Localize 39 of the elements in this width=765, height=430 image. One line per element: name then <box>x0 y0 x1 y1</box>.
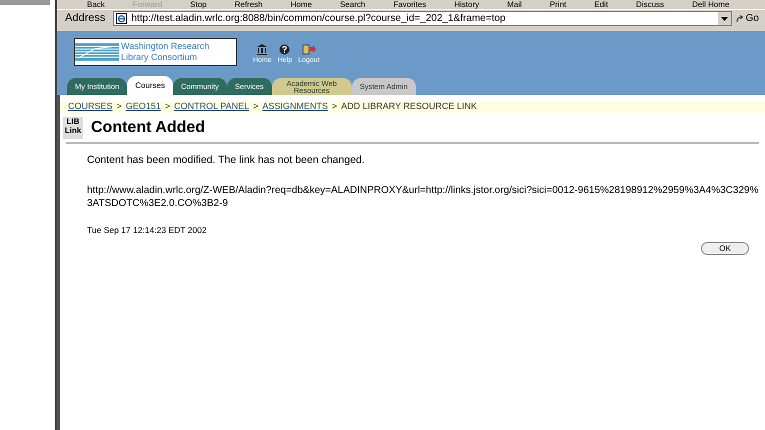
toolbar-background <box>0 0 50 5</box>
breadcrumb-separator: > <box>116 100 122 114</box>
breadcrumb-separator: > <box>253 100 258 114</box>
nav-tab[interactable]: Courses <box>127 76 173 95</box>
page-title: Content Added <box>91 118 206 138</box>
toolbar-button[interactable]: Search <box>340 1 366 9</box>
toolbar-button[interactable]: Dell Home <box>692 1 730 9</box>
breadcrumb-separator: > <box>332 100 338 114</box>
breadcrumb-link[interactable]: GEO151 <box>126 100 161 114</box>
breadcrumb-separator: > <box>164 100 170 114</box>
ok-button[interactable]: OK <box>701 242 749 255</box>
toolbar-button[interactable]: Refresh <box>234 1 263 9</box>
door-icon <box>302 44 316 55</box>
toolbar-button[interactable]: Edit <box>594 1 608 9</box>
help-icon <box>279 44 290 55</box>
toolbar-button[interactable]: History <box>454 1 480 9</box>
status-message: Content has been modified. The link has not been changed. <box>87 154 366 167</box>
address-label: Address <box>64 11 106 26</box>
breadcrumb-current: ADD LIBRARY RESOURCE LINK <box>341 100 477 114</box>
arrow-icon <box>736 14 744 22</box>
timestamp: Tue Sep 17 12:14:23 EDT 2002 <box>87 224 208 237</box>
toolbar-button[interactable]: Mail <box>507 1 522 9</box>
resource-url: http://www.aladin.wrlc.org/Z-WEB/Aladin?req=db&key=ALADINPROXY&url=http://links.jstor.org/sici?sici=0012-9615%28198912%2959%3A4%3C329%3ATSDOTC%3E2.0.CO%3B2-9 <box>87 184 759 210</box>
go-button[interactable]: Go <box>736 11 761 26</box>
breadcrumb-link[interactable]: COURSES <box>68 100 113 114</box>
building-icon <box>256 44 268 55</box>
consortium-logo: Washington Research Library Consortium <box>74 38 237 66</box>
toolbar-button[interactable]: Home <box>290 1 312 9</box>
breadcrumb-link[interactable]: CONTROL PANEL <box>174 100 250 114</box>
toolbar-button[interactable]: Back <box>87 1 105 9</box>
toolbar-button[interactable]: Discuss <box>636 1 664 9</box>
toolbar-button[interactable]: Stop <box>190 1 207 9</box>
toolbar-button[interactable]: Favorites <box>393 1 426 9</box>
library-link-icon: LIB Link <box>63 117 83 139</box>
page-icon <box>116 13 128 24</box>
address-field[interactable]: http://test.aladin.wrlc.org:8088/bin/common/course.pl?course_id=_202_1&frame=top <box>113 11 732 26</box>
toolbar-button[interactable]: Print <box>550 1 566 9</box>
breadcrumb-link[interactable]: ASSIGNMENTS <box>262 100 328 114</box>
dropdown-icon[interactable] <box>718 12 731 25</box>
